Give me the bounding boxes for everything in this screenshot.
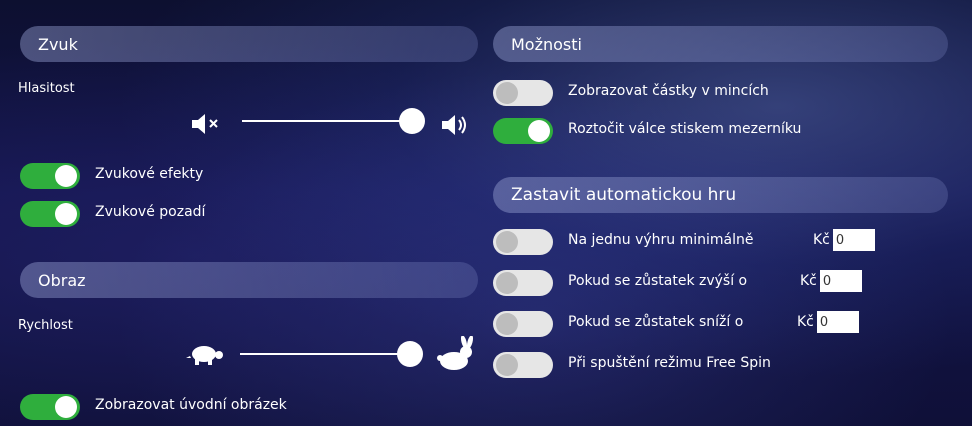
autoplay-section-header: Zastavit automatickou hru [493, 177, 948, 213]
sound-background-toggle[interactable] [20, 201, 80, 227]
autoplay-single-win-toggle[interactable] [493, 229, 553, 255]
speed-slider-track[interactable] [240, 353, 410, 355]
sound-effects-label: Zvukové efekty [95, 166, 204, 182]
currency-label: Kč [800, 273, 817, 289]
volume-label: Hlasitost [18, 81, 75, 96]
toggle-knob [496, 272, 518, 294]
settings-panel: Zvuk Hlasitost Zvukové efekty Zvukové po… [0, 0, 972, 426]
options-header-label: Možnosti [511, 34, 582, 54]
options-section-header: Možnosti [493, 26, 948, 62]
autoplay-balance-decrease-amount: Kč [797, 311, 859, 333]
balance-increase-input[interactable] [819, 270, 862, 292]
show-coins-toggle[interactable] [493, 80, 553, 106]
speed-slider-thumb[interactable] [397, 341, 423, 367]
autoplay-free-spin-label: Při spuštění režimu Free Spin [568, 355, 771, 371]
speed-label: Rychlost [18, 318, 73, 333]
toggle-knob [528, 120, 550, 142]
display-section-header: Obraz [20, 262, 478, 298]
autoplay-balance-increase-amount: Kč [800, 270, 862, 292]
turtle-icon[interactable] [186, 342, 226, 366]
sound-background-label: Zvukové pozadí [95, 204, 206, 220]
autoplay-single-win-amount: Kč [813, 229, 875, 251]
intro-image-toggle[interactable] [20, 394, 80, 420]
balance-decrease-input[interactable] [816, 311, 859, 333]
currency-label: Kč [813, 232, 830, 248]
single-win-input[interactable] [832, 229, 875, 251]
toggle-knob [55, 165, 77, 187]
toggle-knob [496, 231, 518, 253]
toggle-knob [496, 82, 518, 104]
sound-header-label: Zvuk [38, 34, 78, 54]
sound-section-header: Zvuk [20, 26, 478, 62]
currency-label: Kč [797, 314, 814, 330]
volume-slider-thumb[interactable] [399, 108, 425, 134]
autoplay-balance-decrease-label: Pokud se zůstatek sníží o [568, 314, 744, 330]
speaker-volume-icon[interactable] [440, 112, 472, 138]
autoplay-single-win-label: Na jednu výhru minimálně [568, 232, 754, 248]
display-header-label: Obraz [38, 270, 86, 290]
autoplay-balance-increase-label: Pokud se zůstatek zvýší o [568, 273, 748, 289]
autoplay-balance-decrease-toggle[interactable] [493, 311, 553, 337]
toggle-knob [55, 396, 77, 418]
rabbit-icon[interactable] [434, 336, 478, 372]
volume-slider-track[interactable] [242, 120, 412, 122]
autoplay-balance-increase-toggle[interactable] [493, 270, 553, 296]
toggle-knob [496, 354, 518, 376]
sound-effects-toggle[interactable] [20, 163, 80, 189]
spacebar-spin-toggle[interactable] [493, 118, 553, 144]
show-coins-label: Zobrazovat částky v mincích [568, 83, 769, 99]
speaker-mute-icon[interactable] [190, 112, 222, 136]
autoplay-header-label: Zastavit automatickou hru [511, 185, 737, 205]
toggle-knob [496, 313, 518, 335]
toggle-knob [55, 203, 77, 225]
intro-image-label: Zobrazovat úvodní obrázek [95, 397, 287, 413]
autoplay-free-spin-toggle[interactable] [493, 352, 553, 378]
spacebar-spin-label: Roztočit válce stiskem mezerníku [568, 121, 802, 137]
